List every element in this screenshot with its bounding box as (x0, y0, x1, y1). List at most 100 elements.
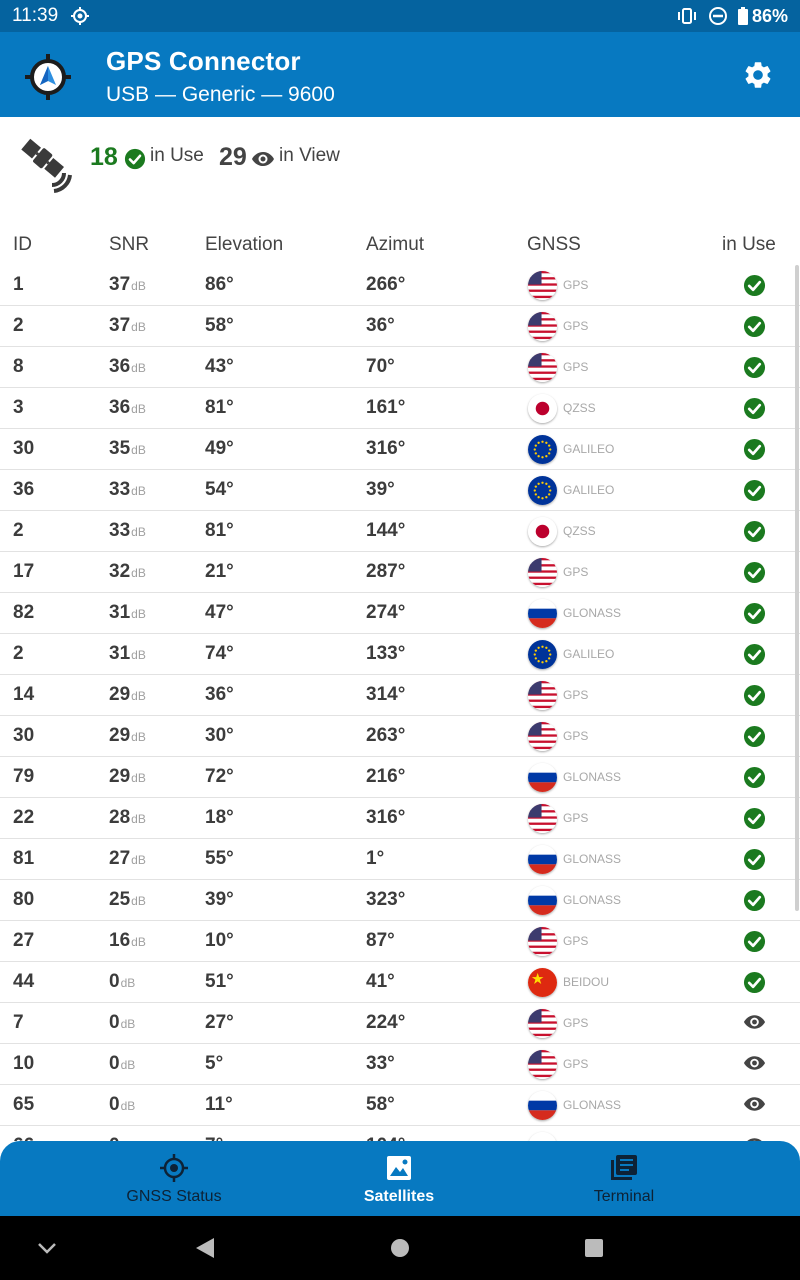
table-row[interactable]: 3 36dB 81° 161° QZSS (0, 388, 800, 429)
satellite-id: 3 (13, 397, 24, 418)
ru-flag-icon (528, 845, 557, 874)
table-row[interactable]: 17 32dB 21° 287° GPS (0, 552, 800, 593)
battery-percent: 86% (751, 5, 788, 26)
gnss-constellation: GPS (563, 278, 589, 292)
nav-gnss-status-label: GNSS Status (126, 1188, 222, 1205)
settings-gear-icon[interactable] (742, 59, 774, 91)
header-snr[interactable]: SNR (109, 234, 149, 256)
nav-satellites[interactable]: Satellites (284, 1141, 514, 1216)
recents-icon[interactable] (583, 1236, 605, 1260)
table-row[interactable]: 27 16dB 10° 87° GPS (0, 921, 800, 962)
satellite-id: 22 (13, 807, 35, 828)
table-row[interactable]: 2 31dB 74° 133° GALILEO (0, 634, 800, 675)
satellite-id: 2 (13, 520, 24, 541)
gnss-constellation: GPS (563, 1016, 589, 1030)
check-circle-icon (743, 315, 766, 338)
snr-value: 33dB (109, 520, 146, 541)
azimuth-value: 58° (366, 1094, 395, 1115)
eu-flag-icon (528, 640, 557, 669)
header-in-use[interactable]: in Use (722, 234, 776, 256)
gnss-constellation: GLONASS (563, 770, 622, 784)
table-row[interactable]: 80 25dB 39° 323° GLONASS (0, 880, 800, 921)
gnss-constellation: GPS (563, 934, 589, 948)
table-row[interactable]: 14 29dB 36° 314° GPS (0, 675, 800, 716)
satellite-id: 2 (13, 643, 24, 664)
check-circle-icon (743, 397, 766, 420)
ru-flag-icon (528, 599, 557, 628)
eu-flag-icon (528, 435, 557, 464)
elevation-value: 58° (205, 315, 234, 336)
keyboard-hide-icon[interactable] (36, 1238, 58, 1258)
gnss-constellation: GLONASS (563, 852, 622, 866)
header-gnss[interactable]: GNSS (527, 234, 581, 256)
elevation-value: 47° (205, 602, 234, 623)
table-row[interactable]: 36 33dB 54° 39° GALILEO (0, 470, 800, 511)
satellite-id: 36 (13, 479, 35, 500)
us-flag-icon (528, 1050, 557, 1079)
satellite-id: 65 (13, 1094, 35, 1115)
header-id[interactable]: ID (13, 234, 32, 256)
table-row[interactable]: 30 29dB 30° 263° GPS (0, 716, 800, 757)
elevation-value: 49° (205, 438, 234, 459)
scrollbar[interactable] (795, 265, 799, 911)
check-circle-icon (743, 520, 766, 543)
header-elevation[interactable]: Elevation (205, 234, 283, 256)
nav-gnss-status[interactable]: GNSS Status (59, 1141, 289, 1216)
home-icon[interactable] (389, 1236, 411, 1260)
clock: 11:39 (12, 5, 59, 26)
check-circle-icon (743, 561, 766, 584)
satellite-id: 10 (13, 1053, 35, 1074)
azimuth-value: 161° (366, 397, 406, 418)
table-row[interactable]: 30 35dB 49° 316° GALILEO (0, 429, 800, 470)
snr-value: 36dB (109, 356, 146, 377)
elevation-value: 21° (205, 561, 234, 582)
snr-value: 35dB (109, 438, 146, 459)
in-view-label: in View (279, 145, 340, 166)
azimuth-value: 263° (366, 725, 406, 746)
check-circle-icon (743, 684, 766, 707)
ru-flag-icon (528, 763, 557, 792)
check-circle-icon (743, 889, 766, 912)
table-row[interactable]: 1 37dB 86° 266° GPS (0, 265, 800, 306)
system-navigation-bar (0, 1216, 800, 1280)
table-row[interactable]: 7 0dB 27° 224° GPS (0, 1003, 800, 1044)
snr-value: 31dB (109, 602, 146, 623)
table-header: ID SNR Elevation Azimut GNSS in Use (0, 226, 800, 266)
nav-terminal-label: Terminal (593, 1188, 655, 1205)
elevation-value: 51° (205, 971, 234, 992)
header-azimuth[interactable]: Azimut (366, 234, 424, 256)
elevation-value: 81° (205, 520, 234, 541)
table-row[interactable]: 2 33dB 81° 144° QZSS (0, 511, 800, 552)
snr-value: 37dB (109, 315, 146, 336)
satellite-list[interactable]: 1 37dB 86° 266° GPS 2 37dB 58° 36° GPS 8 36dB 43° 70°… (0, 265, 800, 1141)
table-row[interactable]: 65 0dB 11° 58° GLONASS (0, 1085, 800, 1126)
table-row[interactable]: 81 27dB 55° 1° GLONASS (0, 839, 800, 880)
app-bar: GPS Connector USB — Generic — 9600 (0, 32, 800, 117)
elevation-value: 86° (205, 274, 234, 295)
table-row[interactable]: 660dB7°104° (0, 1126, 800, 1141)
us-flag-icon (528, 271, 557, 300)
satellite-summary: 18 in Use 29 in View (0, 117, 800, 217)
table-row[interactable]: 2 37dB 58° 36° GPS (0, 306, 800, 347)
eu-flag-icon (528, 476, 557, 505)
check-circle-icon (743, 848, 766, 871)
satellite-id: 1 (13, 274, 24, 295)
table-row[interactable]: 79 29dB 72° 216° GLONASS (0, 757, 800, 798)
table-row[interactable]: 82 31dB 47° 274° GLONASS (0, 593, 800, 634)
snr-value: 29dB (109, 684, 146, 705)
elevation-value: 27° (205, 1012, 234, 1033)
snr-value: 16dB (109, 930, 146, 951)
table-row[interactable]: 10 0dB 5° 33° GPS (0, 1044, 800, 1085)
us-flag-icon (528, 722, 557, 751)
table-row[interactable]: 22 28dB 18° 316° GPS (0, 798, 800, 839)
elevation-value: 72° (205, 766, 234, 787)
satellite-id: 81 (13, 848, 35, 869)
azimuth-value: 316° (366, 807, 406, 828)
gnss-constellation: GPS (563, 811, 589, 825)
status-bar: 11:39 86% (0, 0, 800, 32)
nav-terminal[interactable]: Terminal (509, 1141, 739, 1216)
back-icon[interactable] (194, 1236, 216, 1260)
azimuth-value: 323° (366, 889, 406, 910)
table-row[interactable]: 44 0dB 51° 41° BEIDOU (0, 962, 800, 1003)
table-row[interactable]: 8 36dB 43° 70° GPS (0, 347, 800, 388)
